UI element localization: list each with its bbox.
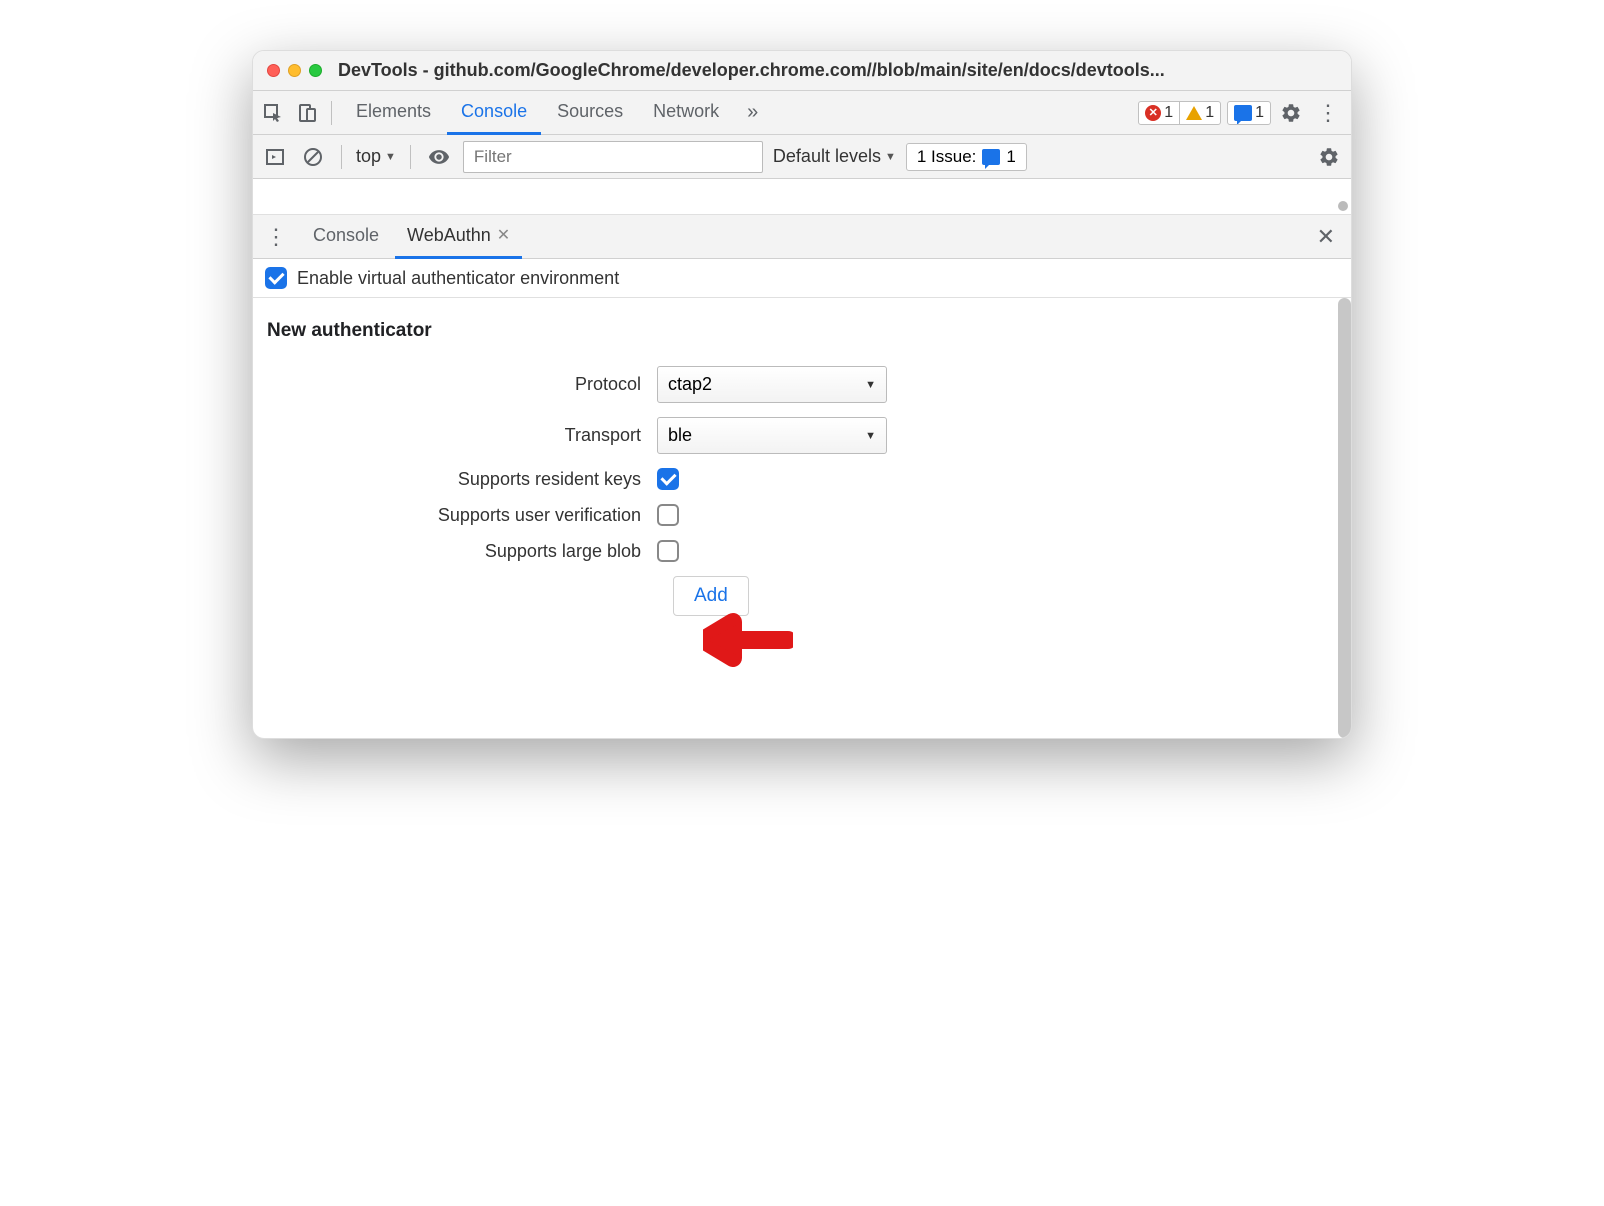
- warnings-count: 1: [1205, 104, 1214, 122]
- context-dropdown[interactable]: top ▼: [356, 146, 396, 167]
- settings-gear-icon[interactable]: [1277, 99, 1305, 127]
- errors-count: 1: [1164, 104, 1173, 122]
- warnings-badge[interactable]: 1: [1179, 102, 1220, 124]
- close-window-button[interactable]: [267, 64, 280, 77]
- add-button[interactable]: Add: [673, 576, 749, 616]
- user-verify-label: Supports user verification: [267, 505, 657, 526]
- resident-keys-label: Supports resident keys: [267, 469, 657, 490]
- issues-button[interactable]: 1 Issue: 1: [906, 143, 1027, 171]
- large-blob-checkbox[interactable]: [657, 540, 679, 562]
- chevron-down-icon: ▼: [385, 151, 396, 163]
- tab-sources[interactable]: Sources: [543, 91, 637, 135]
- transport-row: Transport ble ▼: [267, 417, 1337, 454]
- console-toolbar: top ▼ Default levels ▼ 1 Issue: 1: [253, 135, 1351, 179]
- inspect-element-icon[interactable]: [259, 99, 287, 127]
- scrollbar-thumb[interactable]: [1338, 298, 1351, 738]
- maximize-window-button[interactable]: [309, 64, 322, 77]
- enable-environment-row: Enable virtual authenticator environment: [253, 259, 1351, 298]
- large-blob-label: Supports large blob: [267, 541, 657, 562]
- more-tabs-chevron-icon[interactable]: »: [739, 101, 766, 124]
- window-titlebar: DevTools - github.com/GoogleChrome/devel…: [253, 51, 1351, 91]
- form-heading: New authenticator: [267, 320, 1337, 342]
- content-wrap: New authenticator Protocol ctap2 ▼ Trans…: [253, 298, 1351, 738]
- transport-label: Transport: [267, 425, 657, 446]
- devtools-window: DevTools - github.com/GoogleChrome/devel…: [252, 50, 1352, 739]
- divider: [331, 101, 332, 125]
- error-warning-badges[interactable]: ✕ 1 1: [1138, 101, 1221, 125]
- close-drawer-icon[interactable]: ✕: [1307, 224, 1345, 250]
- resident-keys-row: Supports resident keys: [267, 468, 1337, 490]
- chevron-down-icon: ▼: [865, 379, 876, 391]
- toolbar-right: ✕ 1 1 1 ⋮: [1138, 99, 1345, 127]
- protocol-select[interactable]: ctap2 ▼: [657, 366, 887, 403]
- user-verify-checkbox[interactable]: [657, 504, 679, 526]
- tab-elements[interactable]: Elements: [342, 91, 445, 135]
- live-expression-eye-icon[interactable]: [425, 143, 453, 171]
- drawer-tab-webauthn[interactable]: WebAuthn ✕: [395, 215, 522, 259]
- divider: [341, 145, 342, 169]
- drawer-tabs: Console WebAuthn ✕: [301, 215, 522, 259]
- errors-badge[interactable]: ✕ 1: [1139, 102, 1179, 124]
- drawer-tabbar: ⋮ Console WebAuthn ✕ ✕: [253, 215, 1351, 259]
- clear-console-icon[interactable]: [299, 143, 327, 171]
- main-toolbar: Elements Console Sources Network » ✕ 1 1: [253, 91, 1351, 135]
- more-menu-icon[interactable]: ⋮: [1311, 100, 1345, 126]
- minimize-window-button[interactable]: [288, 64, 301, 77]
- enable-environment-label: Enable virtual authenticator environment: [297, 268, 619, 289]
- console-sidebar-toggle-icon[interactable]: [261, 143, 289, 171]
- messages-badge[interactable]: 1: [1228, 102, 1270, 124]
- context-label: top: [356, 146, 381, 167]
- protocol-row: Protocol ctap2 ▼: [267, 366, 1337, 403]
- log-levels-dropdown[interactable]: Default levels ▼: [773, 146, 896, 167]
- chevron-down-icon: ▼: [865, 430, 876, 442]
- transport-select[interactable]: ble ▼: [657, 417, 887, 454]
- main-tabs: Elements Console Sources Network: [342, 91, 733, 135]
- chevron-down-icon: ▼: [885, 151, 896, 163]
- issues-count: 1: [1006, 147, 1015, 167]
- protocol-label: Protocol: [267, 374, 657, 395]
- levels-label: Default levels: [773, 146, 881, 167]
- drawer-more-icon[interactable]: ⋮: [259, 224, 293, 250]
- user-verify-row: Supports user verification: [267, 504, 1337, 526]
- filter-input[interactable]: [463, 141, 763, 173]
- tab-console[interactable]: Console: [447, 91, 541, 135]
- enable-environment-checkbox[interactable]: [265, 267, 287, 289]
- chat-icon: [1234, 105, 1252, 121]
- large-blob-row: Supports large blob: [267, 540, 1337, 562]
- issues-label: 1 Issue:: [917, 147, 977, 167]
- console-settings-gear-icon[interactable]: [1315, 143, 1343, 171]
- warning-icon: [1186, 106, 1202, 120]
- window-title: DevTools - github.com/GoogleChrome/devel…: [338, 60, 1165, 81]
- divider: [410, 145, 411, 169]
- authenticator-form: New authenticator Protocol ctap2 ▼ Trans…: [253, 298, 1351, 738]
- resident-keys-checkbox[interactable]: [657, 468, 679, 490]
- window-controls: [267, 64, 322, 77]
- transport-value: ble: [668, 425, 692, 446]
- drawer-tab-console[interactable]: Console: [301, 215, 391, 259]
- chat-icon: [982, 149, 1000, 165]
- protocol-value: ctap2: [668, 374, 712, 395]
- close-tab-icon[interactable]: ✕: [497, 225, 510, 245]
- messages-badge-group[interactable]: 1: [1227, 101, 1271, 125]
- messages-count: 1: [1255, 104, 1264, 122]
- console-body: [253, 179, 1351, 215]
- annotation-arrow-icon: [703, 610, 793, 670]
- device-toggle-icon[interactable]: [293, 99, 321, 127]
- error-icon: ✕: [1145, 105, 1161, 121]
- tab-network[interactable]: Network: [639, 91, 733, 135]
